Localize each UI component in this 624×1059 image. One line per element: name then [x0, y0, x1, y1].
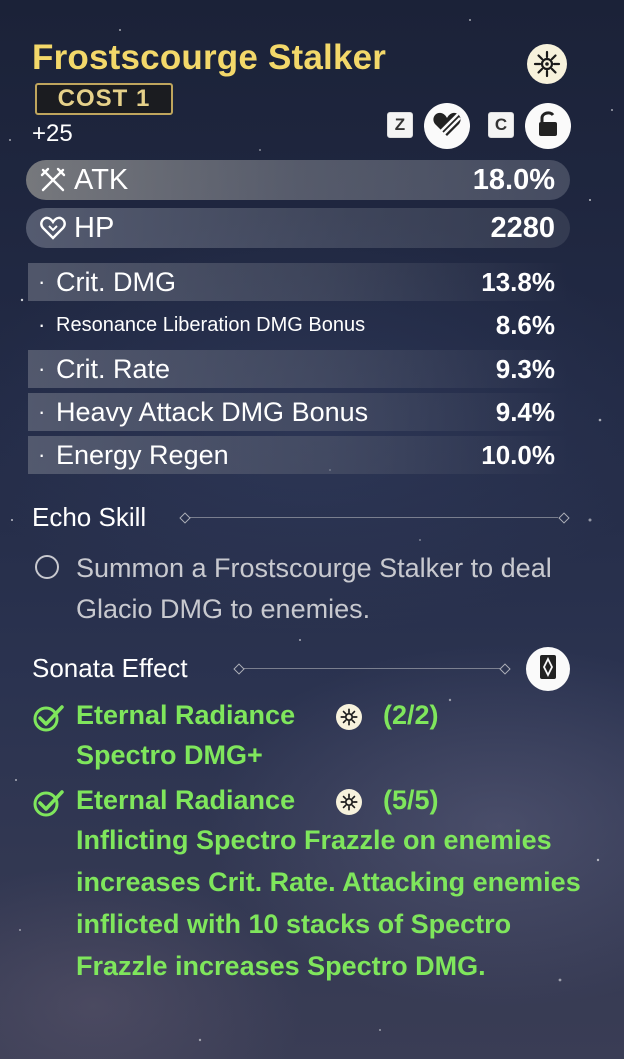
divider-diamond — [499, 663, 511, 675]
section-divider — [244, 668, 500, 669]
sonata-effect-name: Eternal Radiance — [76, 785, 296, 815]
bullet-dot-icon: · — [38, 356, 46, 381]
main-stat-label: ATK — [74, 163, 129, 196]
sub-stat-label: Resonance Liberation DMG Bonus — [56, 313, 366, 336]
sonata-effect-count: (2/2) — [383, 700, 439, 730]
echo-name: Frostscourge Stalker — [32, 38, 387, 77]
sub-stat-row: · Heavy Attack DMG Bonus 9.4% — [28, 393, 568, 431]
echo-level: +25 — [32, 120, 73, 147]
sonata-effect-description: Spectro DMG+ — [76, 740, 263, 770]
main-stat-value: 18.0% — [472, 163, 555, 196]
sub-stat-label: Heavy Attack DMG Bonus — [56, 396, 369, 427]
sub-stat-label: Crit. Rate — [56, 353, 171, 384]
sonata-effect-description: Inflicting Spectro Frazzle on enemies in… — [76, 825, 581, 981]
spectro-sun-icon — [336, 789, 362, 815]
bullet-dot-icon: · — [38, 442, 46, 467]
sub-stat-value: 9.3% — [495, 353, 555, 384]
bullet-dot-icon: · — [38, 269, 46, 294]
lock-key-hint: C — [488, 112, 514, 138]
echo-skill-description: Summon a Frostscourge Stalker to deal Gl… — [76, 553, 552, 624]
echo-skill-heading: Echo Skill — [32, 502, 147, 532]
spectro-sun-icon — [336, 704, 362, 730]
main-stat-hp: HP 2280 — [26, 208, 570, 248]
sub-stat-value: 10.0% — [481, 439, 555, 470]
divider-diamond — [233, 663, 245, 675]
check-icon — [33, 788, 65, 818]
sub-stat-value: 13.8% — [481, 266, 555, 297]
sonata-effect-name: Eternal Radiance — [76, 700, 296, 730]
lock-button[interactable] — [525, 103, 571, 149]
sub-stat-row: · Energy Regen 10.0% — [28, 436, 568, 474]
sonata-info-button[interactable] — [526, 647, 570, 691]
main-stat-value: 2280 — [490, 211, 555, 244]
sub-stat-value: 9.4% — [495, 396, 555, 427]
section-divider — [190, 517, 558, 518]
main-stat-atk: ATK 18.0% — [26, 160, 570, 200]
spectro-sun-icon — [527, 44, 567, 84]
check-icon — [33, 703, 65, 733]
cost-badge: COST 1 — [35, 83, 173, 115]
crossed-swords-icon — [38, 165, 68, 195]
divider-diamond — [558, 512, 570, 524]
lock-icon — [536, 110, 560, 143]
sub-stat-label: Energy Regen — [56, 439, 229, 470]
sub-stat-label: Crit. DMG — [56, 266, 176, 297]
bullet-dot-icon: · — [38, 312, 46, 337]
sonata-effect-heading: Sonata Effect — [32, 653, 188, 683]
sub-stat-value: 8.6% — [495, 309, 555, 340]
divider-diamond — [179, 512, 191, 524]
main-stat-label: HP — [74, 211, 115, 244]
sub-stat-row: · Crit. DMG 13.8% — [28, 263, 568, 301]
discard-button[interactable] — [424, 103, 470, 149]
sonata-card-icon — [538, 654, 558, 685]
heart-icon — [38, 213, 68, 243]
discard-heart-icon — [432, 110, 462, 143]
sub-stat-row: · Crit. Rate 9.3% — [28, 350, 568, 388]
discard-key-hint: Z — [387, 112, 413, 138]
skill-bullet-icon — [35, 555, 59, 579]
sub-stat-row: · Resonance Liberation DMG Bonus 8.6% — [28, 306, 568, 344]
sonata-effect-count: (5/5) — [383, 785, 439, 815]
bullet-dot-icon: · — [38, 399, 46, 424]
